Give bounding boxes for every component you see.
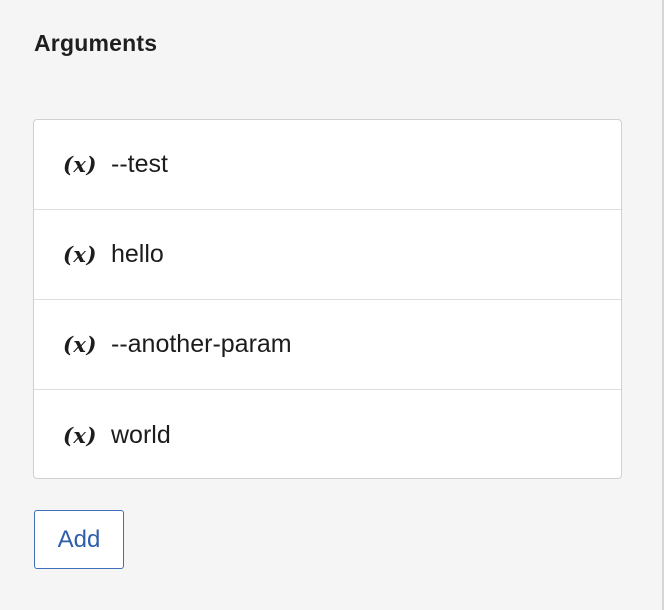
variable-icon: (x) (63, 152, 97, 177)
arguments-panel: Arguments (x) --test (x) hello (x) --ano… (0, 0, 664, 610)
arguments-list: (x) --test (x) hello (x) --another-param… (33, 119, 622, 479)
list-item[interactable]: (x) --test (34, 120, 621, 210)
add-button[interactable]: Add (34, 510, 124, 569)
argument-label: hello (111, 240, 164, 268)
list-item[interactable]: (x) --another-param (34, 300, 621, 390)
section-title: Arguments (34, 30, 158, 56)
variable-icon: (x) (63, 242, 97, 267)
argument-label: --another-param (111, 330, 292, 358)
variable-icon: (x) (63, 332, 97, 357)
list-item[interactable]: (x) world (34, 390, 621, 478)
list-item[interactable]: (x) hello (34, 210, 621, 300)
variable-icon: (x) (63, 422, 97, 448)
argument-label: --test (111, 150, 168, 178)
argument-label: world (111, 420, 171, 449)
